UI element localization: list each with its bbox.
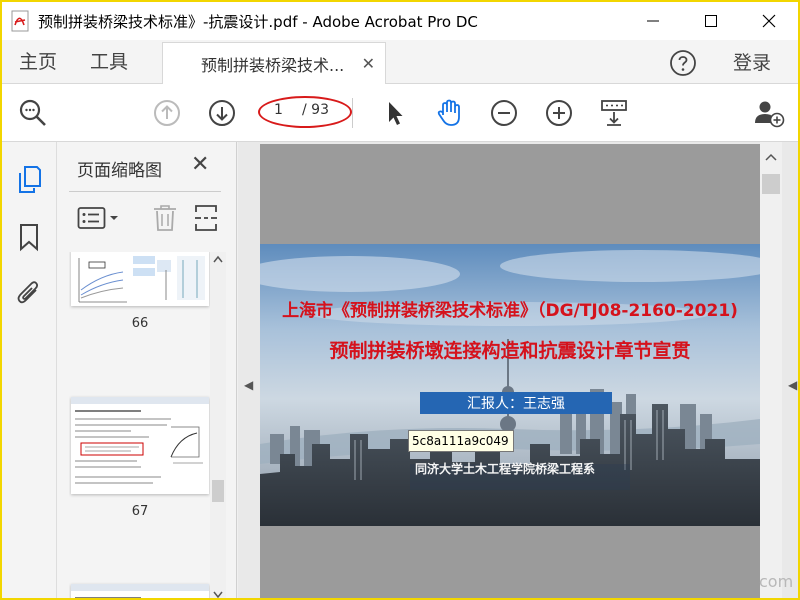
toolbar: 1 / 93: [2, 84, 798, 142]
add-user-icon[interactable]: [753, 97, 785, 129]
thumbnail-scrollbar[interactable]: [210, 252, 226, 598]
app-window: 预制拼装桥梁技术标准》-抗震设计.pdf - Adobe Acrobat Pro…: [0, 0, 800, 600]
hand-tool-icon[interactable]: [433, 97, 465, 129]
thumbnail-page-67[interactable]: [71, 397, 209, 494]
left-panel-toggle-icon[interactable]: ◀: [244, 378, 253, 392]
close-icon: [762, 14, 776, 28]
document-scrollbar[interactable]: [760, 142, 782, 598]
close-window-button[interactable]: [740, 2, 798, 40]
title-bar: 预制拼装桥梁技术标准》-抗震设计.pdf - Adobe Acrobat Pro…: [2, 2, 798, 40]
attachments-icon[interactable]: [16, 278, 42, 306]
tab-document[interactable]: 预制拼装桥梁技术... ✕: [162, 42, 386, 84]
tab-bar: 主页 工具 预制拼装桥梁技术... ✕ 登录: [2, 40, 798, 84]
next-page-icon[interactable]: [206, 97, 238, 129]
thumbnail-options-icon[interactable]: [77, 204, 121, 236]
acrobat-icon: [10, 10, 32, 32]
bookmarks-icon[interactable]: [16, 222, 42, 252]
right-panel-toggle-icon[interactable]: ◀: [788, 378, 797, 392]
thumbnail-scroll-thumb[interactable]: [212, 480, 224, 502]
select-cursor-icon[interactable]: [378, 97, 410, 129]
thumbnail-page-number: 66: [131, 316, 149, 331]
help-icon[interactable]: [669, 49, 697, 81]
window-title: 预制拼装桥梁技术标准》-抗震设计.pdf - Adobe Acrobat Pro…: [38, 12, 478, 31]
watermark-text: com: [759, 572, 794, 591]
affiliation-label: 同济大学土木工程学院桥梁工程系: [415, 462, 596, 476]
page-thumbnails-icon[interactable]: [16, 164, 42, 193]
maximize-icon: [705, 15, 717, 27]
delete-page-icon[interactable]: [152, 204, 178, 236]
city-skyline-image: [260, 244, 760, 526]
minimize-icon: [647, 20, 659, 22]
minimize-button[interactable]: [624, 2, 682, 40]
thumbnails-panel: 页面缩略图 ✕ 66 67: [57, 142, 237, 598]
tab-tools[interactable]: 工具: [90, 40, 128, 84]
slide-title-line1: 上海市《预制拼装桥梁技术标准》（DG/TJ08-2160-2021): [282, 301, 738, 321]
tab-home[interactable]: 主页: [19, 40, 57, 84]
page-highlight-annotation: [258, 96, 352, 128]
search-zoom-icon[interactable]: [17, 97, 49, 129]
panel-divider: [69, 191, 221, 192]
slide-title-line2: 预制拼装桥墩连接构造和抗震设计章节宣贯: [329, 340, 691, 362]
panel-close-icon[interactable]: ✕: [191, 152, 209, 177]
thumbnail-page-68[interactable]: [71, 584, 209, 598]
maximize-button[interactable]: [682, 2, 740, 40]
scroll-mode-icon[interactable]: [598, 97, 630, 129]
hover-tooltip: 5c8a111a9c049: [408, 430, 514, 452]
login-button[interactable]: 登录: [733, 40, 771, 86]
pdf-page-slide: 上海市《预制拼装桥梁技术标准》（DG/TJ08-2160-2021) 预制拼装桥…: [260, 244, 760, 526]
thumbnail-list[interactable]: 66 67: [69, 252, 221, 598]
zoom-out-icon[interactable]: [488, 97, 520, 129]
zoom-in-icon[interactable]: [543, 97, 575, 129]
thumbnail-page-number: 67: [131, 504, 149, 519]
tab-document-label: 预制拼装桥梁技术...: [201, 55, 345, 75]
panel-title: 页面缩略图: [77, 161, 162, 181]
reporter-label: 汇报人：王志强: [420, 392, 612, 414]
previous-page-icon[interactable]: [151, 97, 183, 129]
toolbar-divider: [352, 98, 353, 128]
thumbnail-page-66[interactable]: [71, 252, 209, 306]
extract-page-icon[interactable]: [193, 204, 219, 236]
tab-close-icon[interactable]: ✕: [362, 54, 375, 73]
navigation-rail: [2, 142, 57, 598]
